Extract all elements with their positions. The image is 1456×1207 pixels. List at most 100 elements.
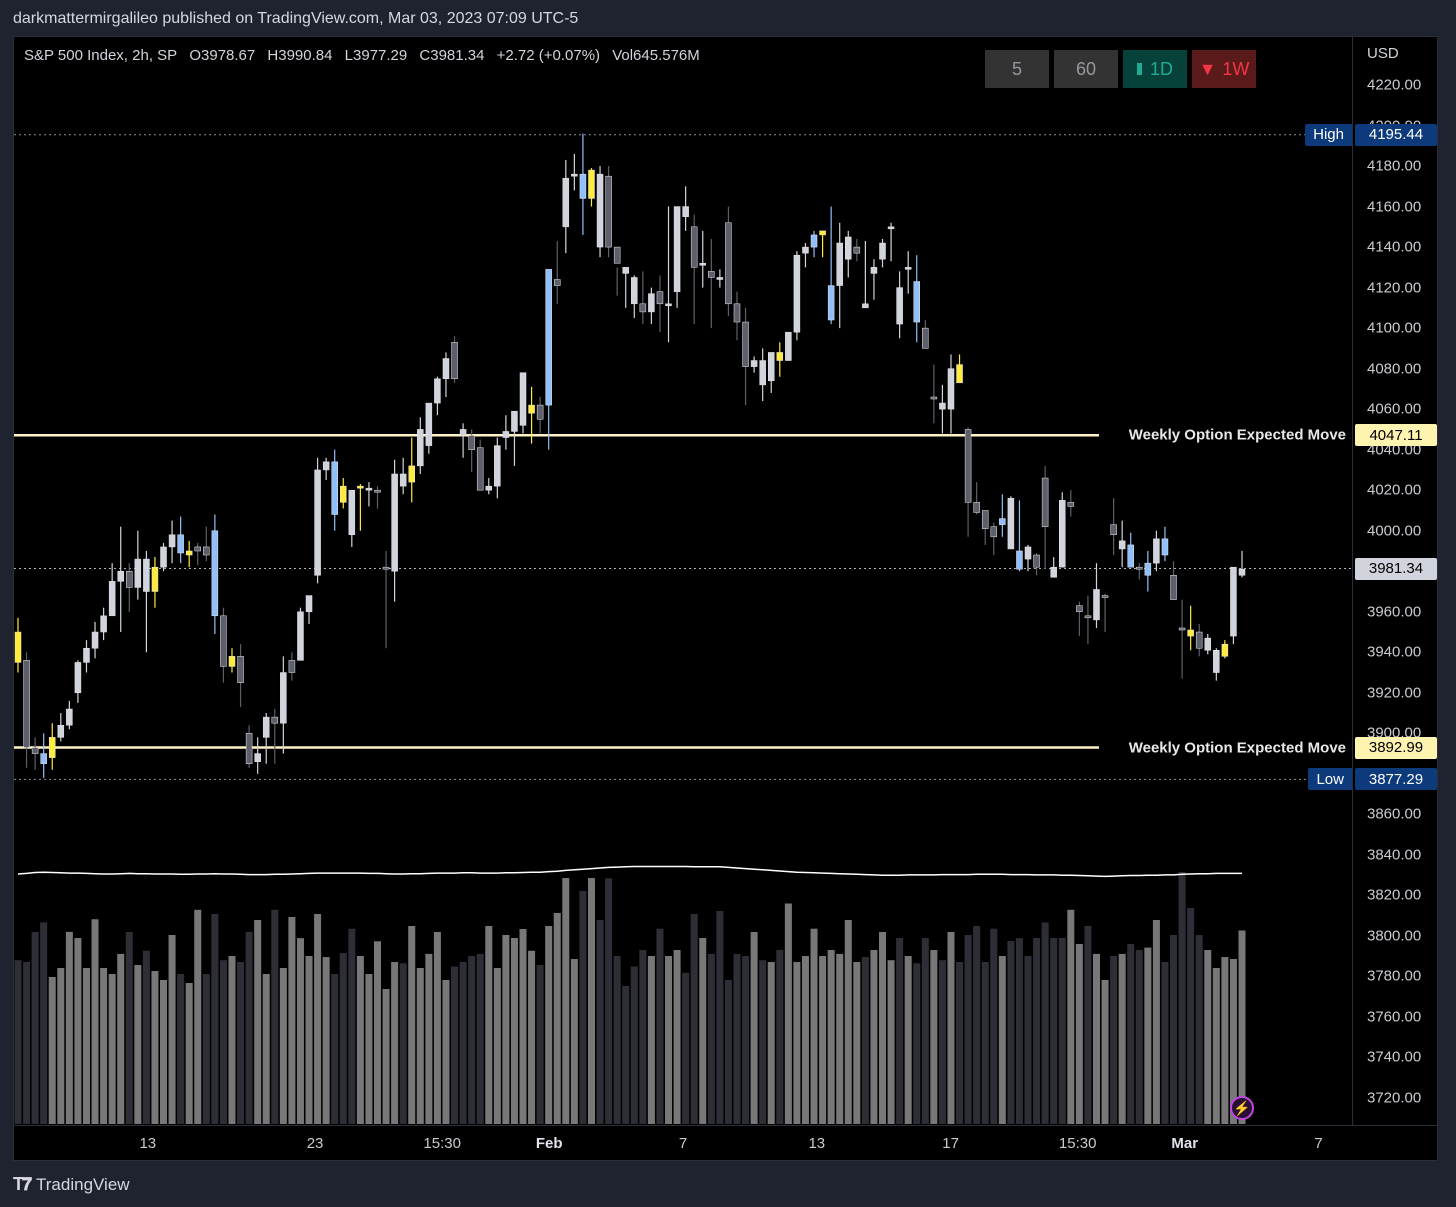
candle-body (579, 173, 587, 199)
time-axis[interactable]: 13 23 15:30 Feb 7 13 17 15:30 Mar 7 (14, 1125, 1438, 1162)
legend-change: +2.72 (+0.07%) (496, 47, 601, 64)
candle-body (690, 226, 698, 268)
price-tick-label: 3820.00 (1367, 886, 1422, 904)
tradingview-brand[interactable]: T𝟕 TradingView (13, 1174, 130, 1195)
candle-body (459, 429, 467, 436)
volume-bar (1101, 980, 1109, 1124)
tradingview-logo-icon: T𝟕 (13, 1174, 32, 1194)
volume-bar (262, 974, 270, 1124)
candle-body (870, 267, 878, 274)
volume-bar (553, 912, 561, 1124)
volume-bar (117, 953, 125, 1124)
legend-volume: Vol645.576M (612, 47, 700, 64)
volume-bar (254, 920, 262, 1124)
candle-body (785, 331, 792, 361)
price-tick-label: 4080.00 (1367, 360, 1422, 378)
high-marker-tag: High (1305, 123, 1352, 146)
candle-body (254, 753, 261, 762)
time-tick-label: 15:30 (1058, 1135, 1097, 1152)
volume-bar (819, 956, 827, 1124)
price-axis[interactable]: USD 3720.00 3740.00 3760.00 3780.00 3800.00 3… (1352, 37, 1439, 1125)
candle-body (682, 206, 689, 217)
candlestick-chart (14, 133, 1352, 1124)
candle-body (964, 429, 972, 503)
price-tick-label: 3740.00 (1367, 1048, 1422, 1066)
candle-body (562, 177, 570, 228)
time-tick-label: Mar (1171, 1135, 1199, 1152)
candle-body (1067, 502, 1075, 507)
timeframe-5-button[interactable]: 5 (985, 50, 1049, 88)
candle-body (14, 631, 22, 663)
candle-body (665, 303, 672, 307)
plot-area[interactable]: S&P 500 Index, 2h, SP O3978.67 H3990.84 … (14, 37, 1352, 1125)
candle-body (922, 327, 929, 349)
candle-body (767, 352, 775, 382)
candle-body (126, 570, 133, 588)
candle-body (793, 254, 801, 333)
volume-bar (23, 962, 31, 1124)
volume-bar (245, 931, 253, 1124)
volume-bar (964, 935, 972, 1124)
volume-bar (879, 932, 887, 1124)
candle-body (168, 534, 176, 548)
volume-bar (861, 957, 869, 1124)
candle-body (134, 558, 142, 588)
candle-body (31, 747, 39, 754)
timeframe-1d-button[interactable]: 1D (1123, 50, 1187, 88)
time-tick-label: Feb (535, 1135, 563, 1152)
candle-body (759, 360, 766, 386)
price-tick-label: 4120.00 (1367, 279, 1422, 297)
timeframe-60-button[interactable]: 60 (1054, 50, 1118, 88)
candle-body (1136, 566, 1143, 570)
candle-body (1118, 540, 1126, 550)
volume-bar (74, 938, 82, 1124)
candle-body (879, 242, 886, 260)
volume-bar (630, 966, 638, 1124)
candle-body (1170, 575, 1177, 600)
volume-bar (348, 928, 356, 1124)
volume-bar (31, 932, 39, 1124)
candle-body (716, 277, 724, 280)
volume-bar (1204, 950, 1212, 1124)
price-tick-label: 4060.00 (1367, 400, 1422, 418)
candle-body (280, 672, 287, 724)
price-tick-label: 3940.00 (1367, 643, 1422, 661)
timeframe-buttons: 5 60 1D ▼ 1W (985, 50, 1256, 88)
volume-bar (305, 956, 313, 1124)
volume-bar (1127, 944, 1135, 1124)
volume-bar (998, 956, 1006, 1124)
volume-bar (48, 977, 56, 1124)
candle-body (887, 226, 895, 230)
candle-body (494, 445, 501, 487)
volume-bar (493, 968, 501, 1124)
candle-body (827, 285, 835, 321)
candle-body (733, 303, 741, 323)
volume-bar (699, 938, 707, 1124)
candle-body (108, 581, 116, 617)
price-tick-label: 3760.00 (1367, 1008, 1422, 1026)
candle-body (862, 303, 869, 309)
volume-bar (425, 953, 433, 1124)
volume-bar (896, 938, 904, 1124)
candle-body (408, 465, 415, 483)
candle-body (151, 566, 159, 592)
candle-body (502, 431, 510, 438)
volume-bar (314, 914, 322, 1124)
volume-bar (801, 956, 809, 1124)
candle-body (468, 435, 475, 450)
candle-body (322, 461, 330, 471)
lightning-event-icon[interactable]: ⚡ (1230, 1096, 1254, 1120)
volume-bar (510, 938, 518, 1124)
candle-body (340, 485, 347, 503)
volume-bar (288, 917, 296, 1124)
volume-bar (656, 928, 664, 1124)
candle-body (348, 489, 356, 536)
timeframe-1w-button[interactable]: ▼ 1W (1192, 50, 1256, 88)
candle-body (314, 469, 321, 576)
chart-frame: S&P 500 Index, 2h, SP O3978.67 H3990.84 … (13, 36, 1438, 1161)
candle-body (66, 708, 73, 726)
candle-body (1110, 524, 1117, 536)
time-tick-label: 15:30 (423, 1135, 461, 1152)
expected-move-lower-value: 3892.99 (1355, 736, 1437, 759)
volume-bar (382, 989, 390, 1124)
